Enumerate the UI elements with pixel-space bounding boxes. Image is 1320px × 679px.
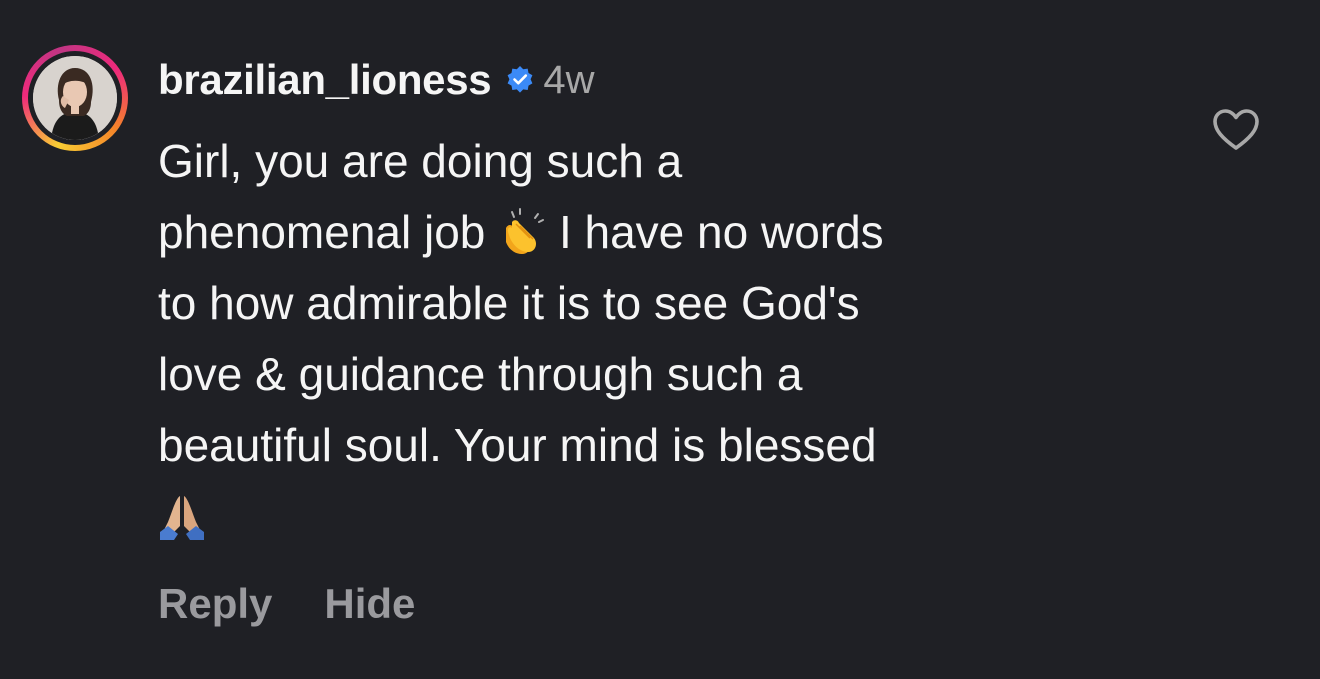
comment-line: beautiful soul. Your mind is blessed xyxy=(158,419,877,471)
clapping-hands-emoji-icon xyxy=(498,208,546,256)
comment-line: phenomenal job I have no words xyxy=(158,206,884,258)
timestamp: 4w xyxy=(543,57,595,102)
reply-button[interactable]: Reply xyxy=(158,580,272,628)
avatar[interactable] xyxy=(22,45,128,151)
hide-button[interactable]: Hide xyxy=(324,580,415,628)
comment-text: Girl, you are doing such a phenomenal jo… xyxy=(158,126,1158,552)
heart-outline-icon[interactable] xyxy=(1212,108,1260,152)
comment-line: Girl, you are doing such a xyxy=(158,135,683,187)
verified-badge-icon xyxy=(505,65,535,95)
folded-hands-emoji-icon xyxy=(158,492,206,540)
comment-line: to how admirable it is to see God's xyxy=(158,277,860,329)
comment-line xyxy=(158,481,1158,552)
comment-line: love & guidance through such a xyxy=(158,348,803,400)
avatar-image xyxy=(33,56,117,140)
username[interactable]: brazilian_lioness xyxy=(158,56,492,104)
comment-header: brazilian_lioness 4w xyxy=(158,54,595,106)
comment-actions: Reply Hide xyxy=(158,580,415,628)
comment: brazilian_lioness 4w Girl, you are doing… xyxy=(0,0,1320,679)
